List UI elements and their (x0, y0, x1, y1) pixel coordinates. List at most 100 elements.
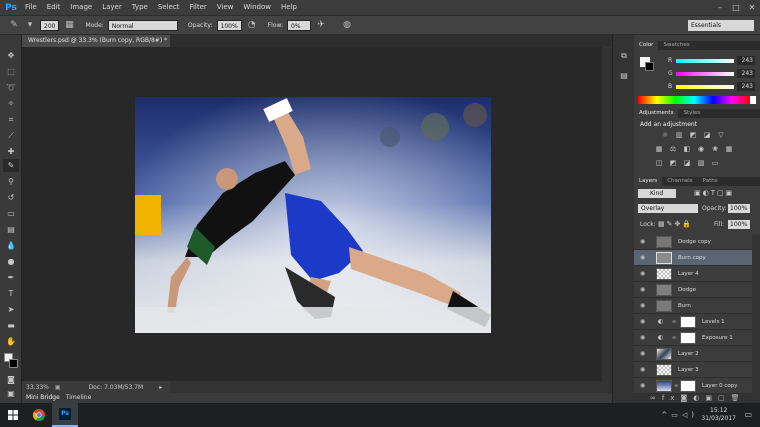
tab-swatches[interactable]: Swatches (658, 41, 694, 50)
menu-layer[interactable]: Layer (97, 0, 127, 15)
marquee-tool-icon[interactable]: ⬚ (3, 65, 19, 78)
layer-row[interactable]: ◉ Layer 2 (634, 346, 752, 362)
menu-view[interactable]: View (212, 0, 239, 15)
layer-row[interactable]: ◉ Dodge (634, 282, 752, 298)
horizontal-scrollbar[interactable] (170, 381, 612, 393)
maximize-button[interactable]: □ (728, 0, 744, 15)
screen-mode-icon[interactable]: ▣ (3, 387, 19, 400)
hue-saturation-icon[interactable]: ▦ (654, 145, 664, 154)
vibrance-icon[interactable]: ▽ (716, 131, 726, 140)
curves-icon[interactable]: ◩ (688, 131, 698, 140)
tab-mini-bridge[interactable]: Mini Bridge (26, 393, 60, 403)
threshold-icon[interactable]: ◪ (682, 159, 692, 168)
color-balance-icon[interactable]: ⚖ (668, 145, 678, 154)
eye-icon[interactable]: ◉ (640, 234, 645, 250)
opacity-field[interactable]: 100% (216, 19, 242, 31)
clone-stamp-tool-icon[interactable]: ⚲ (3, 175, 19, 188)
layer-row[interactable]: ◉ ◐ ∞ Exposure 1 (634, 330, 752, 346)
start-button[interactable] (0, 403, 26, 427)
brightness-icon[interactable]: ☼ (660, 131, 670, 140)
wrestlers-photo[interactable] (135, 97, 491, 333)
exposure-icon[interactable]: ◪ (702, 131, 712, 140)
pressure-opacity-icon[interactable]: ◔ (246, 19, 258, 31)
menu-edit[interactable]: Edit (42, 0, 66, 15)
quick-mask-icon[interactable]: ◙ (3, 373, 19, 386)
blend-mode-select[interactable]: Overlay (638, 204, 698, 213)
tab-layers[interactable]: Layers (634, 177, 663, 186)
pressure-size-icon[interactable]: ◍ (341, 19, 353, 31)
system-tray-icons[interactable]: ^▭◁) (661, 411, 698, 419)
white-swatch[interactable] (750, 96, 756, 104)
color-spectrum[interactable] (638, 96, 750, 104)
blur-tool-icon[interactable]: 💧 (3, 239, 19, 252)
eyedropper-tool-icon[interactable]: ⟋ (3, 129, 19, 142)
flow-field[interactable]: 0% (287, 19, 312, 31)
eye-icon[interactable]: ◉ (640, 298, 645, 314)
menu-file[interactable]: File (20, 0, 42, 15)
workspace-select[interactable]: Essentials (688, 20, 754, 31)
gradient-map-icon[interactable]: ▭ (710, 159, 720, 168)
type-tool-icon[interactable]: T (3, 287, 19, 300)
eye-icon[interactable]: ◉ (640, 314, 645, 330)
layers-footer-icons[interactable]: ∞fx◙◐▣▢🗑 (634, 394, 760, 403)
levels-icon[interactable]: ▥ (674, 131, 684, 140)
notifications-icon[interactable]: ▭ (744, 410, 752, 419)
menu-window[interactable]: Window (238, 0, 276, 15)
document-tab[interactable]: Wrestlers.psd @ 33.3% (Burn copy, RGB/8#… (22, 35, 170, 47)
minimize-button[interactable]: – (712, 0, 728, 15)
layers-scrollbar[interactable] (752, 234, 760, 394)
menu-image[interactable]: Image (65, 0, 97, 15)
lasso-tool-icon[interactable]: ➰ (3, 81, 19, 94)
tab-color[interactable]: Color (634, 41, 659, 50)
green-value[interactable]: 243 (737, 69, 755, 78)
brush-tool-icon[interactable]: ✎ (8, 19, 20, 31)
history-brush-tool-icon[interactable]: ↺ (3, 191, 19, 204)
gradient-tool-icon[interactable]: ▤ (3, 223, 19, 236)
system-clock[interactable]: 15:12 31/03/2017 (701, 407, 736, 423)
red-value[interactable]: 243 (737, 56, 755, 65)
dodge-tool-icon[interactable]: ● (3, 255, 19, 268)
healing-tool-icon[interactable]: ✚ (3, 145, 19, 158)
mode-select[interactable]: Normal (107, 19, 178, 31)
vertical-scrollbar[interactable] (602, 47, 612, 381)
path-select-tool-icon[interactable]: ➤ (3, 303, 19, 316)
properties-panel-icon[interactable]: ▤ (616, 69, 632, 82)
photo-filter-icon[interactable]: ◉ (696, 145, 706, 154)
menu-select[interactable]: Select (153, 0, 185, 15)
eye-icon[interactable]: ◉ (640, 330, 645, 346)
layer-row[interactable]: ◉ Layer 4 (634, 266, 752, 282)
menu-filter[interactable]: Filter (184, 0, 211, 15)
chrome-icon[interactable] (26, 403, 52, 427)
airbrush-icon[interactable]: ✈ (315, 19, 327, 31)
tab-paths[interactable]: Paths (698, 177, 723, 186)
layer-row[interactable]: ◉ Dodge copy (634, 234, 752, 250)
pen-tool-icon[interactable]: ✒ (3, 271, 19, 284)
layer-filter-icons[interactable]: ▣◐T▢▣ (694, 189, 734, 197)
selective-color-icon[interactable]: ▧ (696, 159, 706, 168)
tab-timeline[interactable]: Timeline (66, 393, 92, 403)
brush-size-field[interactable]: 200 (40, 19, 60, 31)
crop-tool-icon[interactable]: ⌗ (3, 113, 19, 126)
channel-mixer-icon[interactable]: ❀ (710, 145, 720, 154)
photoshop-taskbar-icon[interactable]: Ps (52, 403, 78, 427)
red-slider[interactable] (676, 59, 734, 63)
eye-icon[interactable]: ◉ (640, 250, 645, 266)
green-slider[interactable] (676, 72, 734, 76)
blue-value[interactable]: 243 (737, 82, 755, 91)
eye-icon[interactable]: ◉ (640, 346, 645, 362)
tab-channels[interactable]: Channels (662, 177, 697, 186)
shape-tool-icon[interactable]: ▬ (3, 319, 19, 332)
black-white-icon[interactable]: ◧ (682, 145, 692, 154)
share-icon[interactable]: ▣ (55, 384, 61, 391)
brush-tool-icon[interactable]: ✎ (3, 159, 19, 172)
zoom-level[interactable]: 33.33% (26, 384, 49, 391)
eye-icon[interactable]: ◉ (640, 378, 645, 394)
chevron-down-icon[interactable]: ▾ (24, 19, 36, 31)
menu-help[interactable]: Help (276, 0, 302, 15)
layer-filter-select[interactable]: Kind (638, 189, 676, 198)
layer-row[interactable]: ◉ ∞ Layer 0 copy (634, 378, 752, 394)
fill-field[interactable]: 100% (728, 220, 750, 229)
color-background-swatch[interactable] (645, 62, 654, 71)
layer-row-selected[interactable]: ◉ Burn copy (634, 250, 752, 266)
posterize-icon[interactable]: ◩ (668, 159, 678, 168)
